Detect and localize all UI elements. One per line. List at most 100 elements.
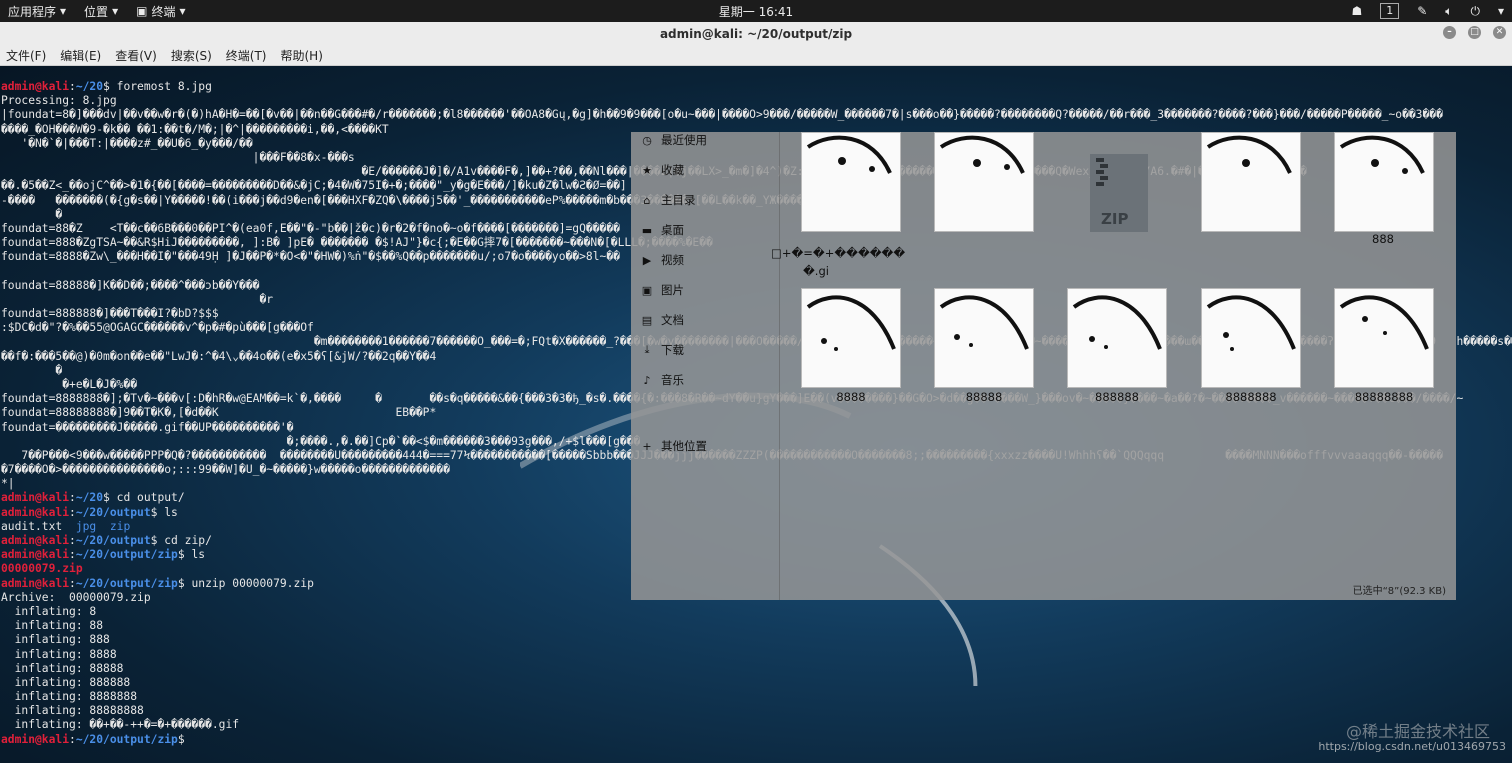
image-thumbnail[interactable] — [934, 288, 1034, 388]
prompt-path: ~/20/output/zip — [75, 732, 178, 746]
window-titlebar[interactable]: admin@kali: ~/20/output/zip – □ ✕ — [0, 22, 1512, 46]
terminal-line: inflating: 8 — [1, 605, 1512, 619]
terminal-text: Archive: 00000079.zip — [1, 590, 151, 604]
menu-terminal[interactable]: 终端(T) — [226, 47, 267, 64]
terminal-text: 00000079.zip — [1, 562, 83, 576]
power-icon[interactable]: ⏻ — [1470, 4, 1480, 19]
terminal-line: |foundat=8�]���dv|��v��w�r�(�)hA�H�=��[�… — [1, 108, 1512, 122]
face-sketch-image — [1072, 295, 1162, 350]
document-icon: ▤ — [641, 313, 653, 327]
terminal-text: Processing: 8.jpg — [1, 94, 117, 108]
maximize-button[interactable]: □ — [1468, 26, 1481, 39]
terminal-line: admin@kali:~/20/output/zip$ — [1, 733, 1512, 747]
terminal-text: inflating: 8888 — [1, 647, 117, 661]
terminal-text: : — [69, 732, 76, 746]
sidebar-item[interactable]: ▣ 图片 — [641, 282, 684, 298]
terminal-text: foundat=88888�]K��D��;����^���ɔb��Y��� — [1, 278, 260, 292]
zip-file-icon[interactable]: ZIP — [1090, 154, 1148, 232]
terminal-text: inflating: 88888 — [1, 661, 124, 675]
image-thumbnail[interactable] — [1334, 132, 1434, 232]
prompt-user: admin@kali — [1, 732, 70, 746]
file-label: 88888888 — [1354, 390, 1414, 404]
sidebar-item[interactable]: ▶ 视频 — [641, 252, 684, 268]
menu-help[interactable]: 帮助(H) — [281, 47, 323, 64]
download-icon: ⤓ — [644, 343, 650, 356]
sidebar-item[interactable]: ♪ 音乐 — [641, 372, 684, 388]
terminal-text: : — [69, 548, 76, 562]
terminal-line: inflating: ��+��-++�=�+������.gif — [1, 718, 1512, 732]
terminal-menubar: 文件(F) 编辑(E) 查看(V) 搜索(S) 终端(T) 帮助(H) — [0, 46, 1512, 66]
prompt-path: ~/20 — [75, 80, 104, 93]
image-thumbnail[interactable] — [934, 132, 1034, 232]
face-sketch-image — [1339, 135, 1425, 174]
image-thumbnail[interactable] — [1201, 288, 1301, 388]
applications-menu-label: 应用程序 — [8, 4, 57, 19]
sidebar-item[interactable]: ▬ 桌面 — [641, 222, 684, 238]
file-label: 8888888 — [1225, 390, 1277, 404]
picture-icon: ▣ — [641, 283, 653, 297]
file-label: 888888 — [1095, 390, 1139, 404]
face-sketch-image — [939, 135, 1025, 174]
sidebar-item-label: 图片 — [661, 283, 684, 297]
sidebar-item-label: 下载 — [661, 343, 684, 357]
sidebar-item[interactable]: ▤ 文档 — [641, 312, 684, 328]
sidebar-item[interactable]: ⌂ 主目录 — [641, 192, 696, 208]
file-manager-window[interactable]: ◷ 最近使用 ★ 收藏 ⌂ 主目录 ▬ 桌面 ▶ 视频 ▣ 图片 ▤ 文档 ⤓ 下载 ♪ 音乐 + 其他位置 ZIP … — [631, 132, 1456, 600]
places-menu-label: 位置 — [84, 4, 109, 19]
image-thumbnail[interactable] — [801, 132, 901, 232]
image-thumbnail[interactable] — [1067, 288, 1167, 388]
terminal-text: |foundat=8�]���dv|��v��w�r�(�)hA�H�=��[�… — [1, 108, 1443, 122]
face-sketch-image — [939, 295, 1029, 350]
terminal-text: audit.txt — [1, 519, 76, 533]
menu-search[interactable]: 搜索(S) — [171, 47, 212, 64]
watermark-brand: @稀土掘金技术社区 — [1345, 722, 1490, 741]
pen-icon[interactable]: ✎ — [1417, 4, 1427, 18]
places-menu[interactable]: 位置 ▾ — [84, 3, 118, 20]
users-icon[interactable]: ☗ — [1351, 4, 1362, 18]
terminal-text: foundat=888�ZgTSA~��&R$HiJ���������, ]:B… — [1, 236, 713, 250]
chevron-down-icon: ▾ — [179, 4, 186, 18]
menu-file[interactable]: 文件(F) — [6, 47, 46, 64]
workspace-indicator[interactable]: 1 — [1380, 3, 1400, 19]
applications-menu[interactable]: 应用程序 ▾ — [8, 3, 66, 20]
image-thumbnail[interactable] — [1334, 288, 1434, 388]
volume-icon[interactable]: 🔈︎ — [1445, 4, 1452, 19]
terminal-text: $ — [177, 732, 192, 746]
terminal-app-menu[interactable]: ▣ 终端 ▾ — [136, 3, 185, 20]
terminal-text: inflating: ��+��-++�=�+������.gif — [1, 718, 240, 732]
sidebar-item[interactable]: + 其他位置 — [641, 438, 707, 454]
window-controls: – □ ✕ — [1443, 26, 1506, 39]
zip-label: ZIP — [1101, 210, 1129, 228]
terminal-body[interactable]: admin@kali:~/20$ foremost 8.jpg Processin… — [0, 66, 1512, 763]
chevron-down-icon[interactable]: ▾ — [1498, 4, 1504, 18]
face-sketch-image — [1206, 295, 1296, 351]
prompt-path: ~/20/output/zip — [75, 576, 178, 590]
watermark-url: https://blog.csdn.net/u013469753 — [1318, 740, 1506, 753]
terminal-text: : — [69, 80, 76, 93]
terminal-text: jpg — [75, 519, 97, 533]
sidebar-item[interactable]: ★ 收藏 — [641, 162, 684, 178]
close-button[interactable]: ✕ — [1493, 26, 1506, 39]
clock[interactable]: 星期一 16:41 — [0, 3, 1512, 20]
terminal-text: � — [1, 207, 63, 221]
sidebar-item-label: 收藏 — [661, 163, 684, 177]
menu-view[interactable]: 查看(V) — [115, 47, 157, 64]
sidebar-item-label: 文档 — [661, 313, 684, 327]
sidebar-item[interactable]: ◷ 最近使用 — [641, 132, 707, 148]
prompt-path: ~/20/output — [75, 534, 151, 547]
menu-edit[interactable]: 编辑(E) — [60, 47, 101, 64]
terminal-line: inflating: 888888 — [1, 676, 1512, 690]
terminal-line: inflating: 88888888 — [1, 704, 1512, 718]
star-icon: ★ — [642, 163, 652, 177]
prompt-user: admin@kali — [1, 505, 70, 519]
file-label: 888 — [1372, 232, 1394, 246]
terminal-text: ��.�5��Z<_��ojC^��>�1�{��[����=���������… — [1, 179, 627, 193]
image-thumbnail[interactable] — [801, 288, 901, 388]
image-thumbnail[interactable] — [1201, 132, 1301, 232]
minimize-button[interactable]: – — [1443, 26, 1456, 39]
sidebar-item[interactable]: ⤓ 下载 — [641, 342, 684, 358]
file-label: □+�=�+������ — [771, 246, 906, 260]
selection-status: 已选中“8”(92.3 KB) — [1352, 586, 1446, 597]
